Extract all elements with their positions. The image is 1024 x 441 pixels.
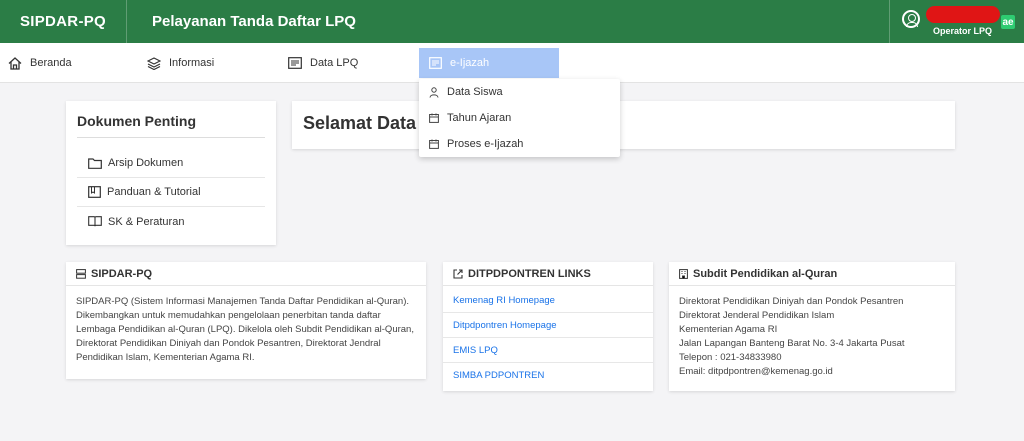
doc-item-label: Arsip Dokumen bbox=[108, 157, 184, 169]
welcome-card: Selamat Data bbox=[292, 101, 955, 149]
nav-item-beranda[interactable]: Beranda bbox=[8, 43, 72, 83]
open-book-icon bbox=[88, 216, 102, 227]
nav-label: Informasi bbox=[169, 57, 215, 69]
nav-label: Data LPQ bbox=[310, 57, 359, 69]
layers-icon bbox=[147, 56, 161, 70]
nav-label: e-Ijazah bbox=[450, 57, 490, 69]
menu-item-label: Proses e-Ijazah bbox=[447, 138, 524, 150]
doc-item-panduan-tutorial[interactable]: Panduan & Tutorial bbox=[77, 178, 265, 207]
nav-item-data-lpq[interactable]: Data LPQ bbox=[288, 43, 358, 83]
doc-item-label: SK & Peraturan bbox=[108, 215, 185, 228]
contact-address: Jalan Lapangan Banteng Barat No. 3-4 Jak… bbox=[679, 338, 905, 349]
card-description: SIPDAR-PQ (Sistem Informasi Manajemen Ta… bbox=[76, 296, 414, 363]
user-name-redacted bbox=[926, 6, 1000, 23]
user-menu[interactable]: Operator LPQ ae bbox=[889, 0, 1024, 43]
list-box-icon bbox=[288, 57, 302, 69]
doc-item-arsip-dokumen[interactable]: Arsip Dokumen bbox=[77, 149, 265, 178]
nav-label: Beranda bbox=[30, 57, 72, 69]
card-header: Subdit Pendidikan al-Quran bbox=[669, 262, 955, 286]
link-ditpdpontren-homepage[interactable]: Ditpdpontren Homepage bbox=[443, 313, 653, 338]
user-role-label: Operator LPQ bbox=[933, 26, 993, 36]
book-icon bbox=[88, 186, 101, 198]
user-account-icon[interactable] bbox=[902, 10, 920, 28]
link-kemenag-homepage[interactable]: Kemenag RI Homepage bbox=[443, 288, 653, 313]
building-icon bbox=[679, 268, 688, 279]
doc-item-label: Panduan & Tutorial bbox=[107, 186, 201, 198]
welcome-heading: Selamat Data bbox=[303, 113, 417, 133]
card-header: DITPDPONTREN LINKS bbox=[443, 262, 653, 286]
subdit-contact-card: Subdit Pendidikan al-Quran Direktorat Pe… bbox=[669, 262, 955, 391]
home-icon bbox=[8, 56, 22, 70]
brand-logo-text[interactable]: SIPDAR-PQ bbox=[0, 0, 127, 43]
document-list: Arsip Dokumen Panduan & Tutorial SK & Pe… bbox=[77, 149, 265, 236]
page-title: Pelayanan Tanda Daftar LPQ bbox=[152, 13, 356, 30]
card-title: Subdit Pendidikan al-Quran bbox=[693, 267, 838, 280]
menu-item-label: Tahun Ajaran bbox=[447, 112, 512, 124]
contact-line: Direktorat Pendidikan Diniyah dan Pondok… bbox=[679, 296, 904, 307]
sipdar-info-card: SIPDAR-PQ SIPDAR-PQ (Sistem Informasi Ma… bbox=[66, 262, 426, 379]
calendar-icon bbox=[429, 139, 439, 149]
link-emis-lpq[interactable]: EMIS LPQ bbox=[443, 338, 653, 363]
main-navigation: Beranda Informasi Data LPQ e-Ijazah bbox=[0, 43, 1024, 83]
external-link-icon bbox=[453, 268, 463, 279]
menu-item-tahun-ajaran[interactable]: Tahun Ajaran bbox=[419, 105, 620, 131]
menu-item-data-siswa[interactable]: Data Siswa bbox=[419, 79, 620, 105]
menu-item-label: Data Siswa bbox=[447, 86, 503, 98]
nav-item-informasi[interactable]: Informasi bbox=[147, 43, 214, 83]
dokumen-penting-card: Dokumen Penting Arsip Dokumen Panduan & … bbox=[66, 101, 276, 245]
contact-line: Kementerian Agama RI bbox=[679, 324, 778, 335]
person-icon bbox=[429, 86, 439, 98]
calendar-icon bbox=[429, 113, 439, 123]
card-header: SIPDAR-PQ bbox=[66, 262, 426, 286]
divider bbox=[77, 137, 265, 138]
links-list: Kemenag RI Homepage Ditpdpontren Homepag… bbox=[443, 286, 653, 388]
document-icon bbox=[429, 57, 442, 69]
top-header: SIPDAR-PQ Pelayanan Tanda Daftar LPQ Ope… bbox=[0, 0, 1024, 43]
card-title: Dokumen Penting bbox=[77, 113, 197, 129]
nav-item-e-ijazah[interactable]: e-Ijazah bbox=[419, 48, 559, 78]
contact-line: Direktorat Jenderal Pendidikan Islam bbox=[679, 310, 835, 321]
card-title: SIPDAR-PQ bbox=[91, 267, 153, 280]
doc-item-sk-peraturan[interactable]: SK & Peraturan bbox=[77, 207, 265, 236]
folder-icon bbox=[88, 157, 102, 169]
link-simba-pdpontren[interactable]: SIMBA PDPONTREN bbox=[443, 363, 653, 388]
server-icon bbox=[76, 268, 86, 279]
card-title: DITPDPONTREN LINKS bbox=[468, 267, 591, 280]
contact-details: Direktorat Pendidikan Diniyah dan Pondok… bbox=[669, 286, 955, 388]
contact-email: Email: ditpdpontren@kemenag.go.id bbox=[679, 366, 833, 377]
ditpdpontren-links-card: DITPDPONTREN LINKS Kemenag RI Homepage D… bbox=[443, 262, 653, 391]
contact-phone: Telepon : 021-34833980 bbox=[679, 352, 782, 363]
menu-item-proses-e-ijazah[interactable]: Proses e-Ijazah bbox=[419, 131, 620, 157]
e-ijazah-dropdown-menu: Data Siswa Tahun Ajaran Proses e-Ijazah bbox=[419, 79, 620, 157]
app-badge-icon[interactable]: ae bbox=[1001, 15, 1015, 29]
